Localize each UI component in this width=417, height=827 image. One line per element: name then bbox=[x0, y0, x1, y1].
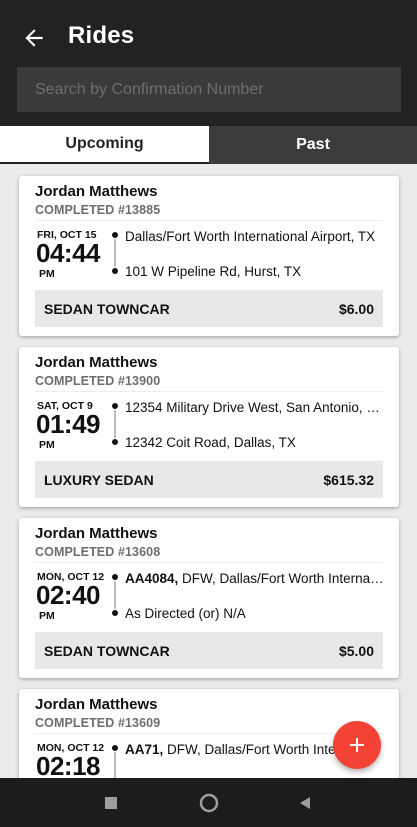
ride-footer: SEDAN TOWNCAR $6.00 bbox=[35, 290, 383, 327]
divider bbox=[35, 391, 383, 392]
ride-card[interactable]: Jordan Matthews COMPLETED #13608 MON, OC… bbox=[19, 518, 399, 678]
route-line bbox=[114, 410, 116, 438]
pickup-address: AA4084, DFW, Dallas/Fort Worth Interna… bbox=[125, 571, 384, 586]
search-input[interactable] bbox=[17, 67, 401, 112]
pickup-address: AA71, DFW, Dallas/Fort Worth Inte… bbox=[125, 742, 350, 757]
dropoff-address: 12342 Coit Road, Dallas, TX bbox=[125, 435, 296, 450]
passenger-name: Jordan Matthews bbox=[35, 354, 158, 371]
divider bbox=[35, 220, 383, 221]
dropoff-address: As Directed (or) N/A bbox=[125, 606, 246, 621]
vehicle-type: SEDAN TOWNCAR bbox=[44, 300, 170, 317]
back-button[interactable] bbox=[20, 24, 48, 52]
dropoff-dot-icon bbox=[112, 439, 118, 445]
ride-time: 02:18 bbox=[36, 751, 101, 778]
divider bbox=[35, 562, 383, 563]
page-title: Rides bbox=[68, 22, 135, 49]
home-button[interactable] bbox=[196, 790, 222, 816]
ride-status: COMPLETED #13900 bbox=[35, 374, 161, 388]
ride-ampm: PM bbox=[39, 610, 55, 622]
route-line bbox=[114, 581, 116, 609]
add-ride-button[interactable] bbox=[333, 721, 381, 769]
back-nav-button[interactable] bbox=[292, 790, 318, 816]
dropoff-dot-icon bbox=[112, 268, 118, 274]
ride-ampm: PM bbox=[39, 268, 55, 280]
triangle-back-icon bbox=[300, 797, 310, 809]
ride-status: COMPLETED #13609 bbox=[35, 716, 161, 730]
app: Rides Upcoming Past Jordan Matthews COMP… bbox=[0, 0, 417, 827]
route-line bbox=[114, 752, 116, 778]
recents-button[interactable] bbox=[98, 790, 124, 816]
passenger-name: Jordan Matthews bbox=[35, 696, 158, 713]
ride-time: 02:40 bbox=[36, 580, 101, 610]
ride-price: $615.32 bbox=[323, 471, 374, 488]
ride-card[interactable]: Jordan Matthews COMPLETED #13885 FRI, OC… bbox=[19, 176, 399, 336]
ride-status: COMPLETED #13608 bbox=[35, 545, 161, 559]
vehicle-type: LUXURY SEDAN bbox=[44, 471, 154, 488]
tab-upcoming[interactable]: Upcoming bbox=[0, 126, 209, 164]
plus-icon bbox=[350, 738, 364, 752]
rides-list[interactable]: Jordan Matthews COMPLETED #13885 FRI, OC… bbox=[0, 164, 417, 778]
square-icon bbox=[105, 797, 117, 809]
dropoff-address: 101 W Pipeline Rd, Hurst, TX bbox=[125, 264, 302, 279]
ride-footer: SEDAN TOWNCAR $5.00 bbox=[35, 632, 383, 669]
pickup-dot-icon bbox=[112, 745, 118, 751]
pickup-address: Dallas/Fort Worth International Airport,… bbox=[125, 229, 376, 244]
ride-ampm: PM bbox=[39, 439, 55, 451]
pickup-dot-icon bbox=[112, 403, 118, 409]
header: Rides bbox=[0, 0, 417, 126]
passenger-name: Jordan Matthews bbox=[35, 525, 158, 542]
pickup-dot-icon bbox=[112, 232, 118, 238]
dropoff-dot-icon bbox=[112, 610, 118, 616]
pickup-address: 12354 Military Drive West, San Antonio, … bbox=[125, 400, 380, 415]
passenger-name: Jordan Matthews bbox=[35, 183, 158, 200]
system-nav-bar bbox=[0, 778, 417, 827]
ride-time: 01:49 bbox=[36, 409, 101, 439]
ride-footer: LUXURY SEDAN $615.32 bbox=[35, 461, 383, 498]
ride-status: COMPLETED #13885 bbox=[35, 203, 161, 217]
tab-past[interactable]: Past bbox=[209, 126, 417, 164]
ride-price: $5.00 bbox=[338, 642, 374, 659]
circle-icon bbox=[199, 793, 219, 813]
ride-time: 04:44 bbox=[36, 238, 101, 268]
ride-card[interactable]: Jordan Matthews COMPLETED #13900 SAT, OC… bbox=[19, 347, 399, 507]
route-line bbox=[114, 239, 116, 267]
vehicle-type: SEDAN TOWNCAR bbox=[44, 642, 170, 659]
tab-bar: Upcoming Past bbox=[0, 126, 417, 164]
divider bbox=[35, 733, 383, 734]
pickup-dot-icon bbox=[112, 574, 118, 580]
ride-price: $6.00 bbox=[338, 300, 374, 317]
arrow-left-icon bbox=[25, 29, 43, 47]
